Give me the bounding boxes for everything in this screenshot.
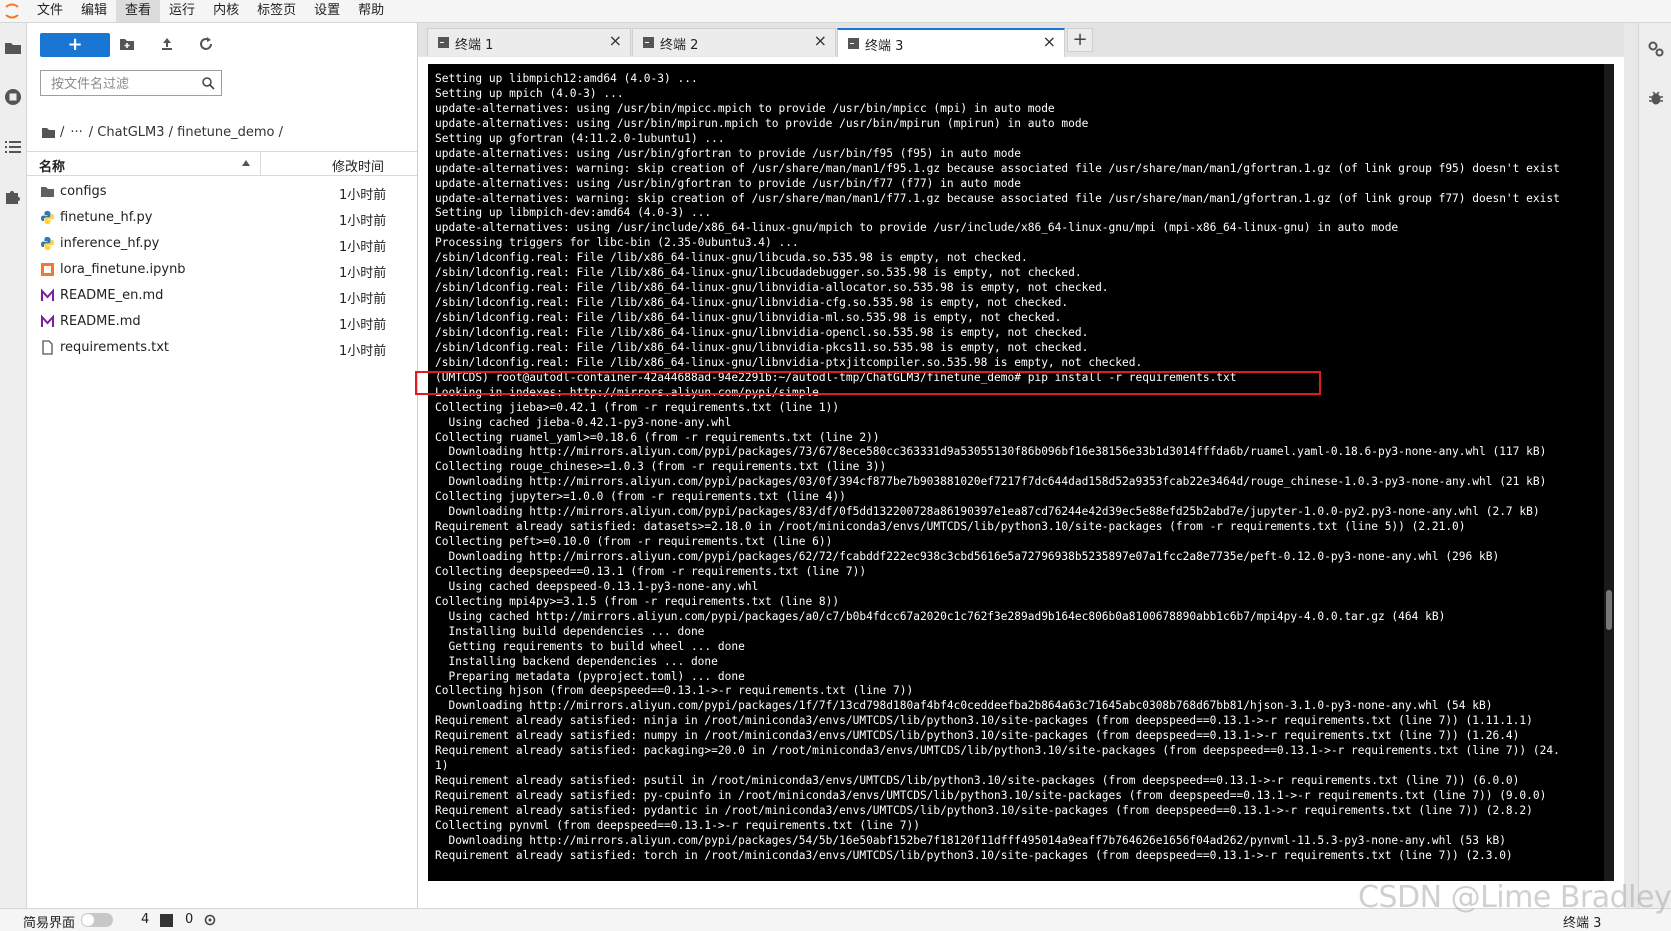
file-modified-time: 1小时前 bbox=[339, 292, 387, 307]
file-name: requirements.txt bbox=[60, 340, 170, 355]
close-icon[interactable]: × bbox=[609, 31, 622, 50]
file-name: configs bbox=[60, 184, 107, 199]
menu-settings[interactable]: 设置 bbox=[305, 0, 349, 22]
file-name: inference_hf.py bbox=[60, 236, 160, 251]
menu-edit[interactable]: 编辑 bbox=[72, 0, 116, 22]
terminal-icon bbox=[848, 38, 859, 49]
file-filter-field bbox=[40, 70, 222, 96]
close-icon[interactable]: × bbox=[1043, 32, 1056, 51]
scrollbar-thumb[interactable] bbox=[1606, 590, 1612, 630]
file-list-header: 名称 修改时间 bbox=[27, 151, 417, 176]
file-browser: + / ··· / ChatGLM3 / finetune_demo / 名称 … bbox=[27, 23, 418, 908]
file-modified-time: 1小时前 bbox=[339, 240, 387, 255]
menu-kernel[interactable]: 内核 bbox=[204, 0, 248, 22]
file-modified-time: 1小时前 bbox=[339, 344, 387, 359]
file-row-readme-en[interactable]: README_en.md 1小时前 bbox=[27, 283, 417, 309]
menu-run[interactable]: 运行 bbox=[160, 0, 204, 22]
menu-help[interactable]: 帮助 bbox=[349, 0, 393, 22]
kernel-gear-icon[interactable] bbox=[203, 913, 217, 927]
notebook-icon bbox=[41, 263, 54, 276]
file-name: finetune_hf.py bbox=[60, 210, 153, 225]
sort-ascending-icon[interactable] bbox=[241, 159, 251, 167]
folder-icon bbox=[41, 187, 54, 197]
menu-tabs[interactable]: 标签页 bbox=[248, 0, 305, 22]
search-icon bbox=[202, 77, 215, 90]
refresh-icon[interactable] bbox=[197, 35, 215, 53]
terminal-panel: Setting up libmpich12:amd64 (4.0-3) ... … bbox=[418, 57, 1624, 908]
terminal-icon[interactable] bbox=[160, 914, 173, 927]
extension-puzzle-icon[interactable] bbox=[3, 186, 23, 206]
terminal-screen[interactable]: Setting up libmpich12:amd64 (4.0-3) ... … bbox=[428, 64, 1614, 881]
file-row-inference-hf[interactable]: inference_hf.py 1小时前 bbox=[27, 231, 417, 257]
kernel-count[interactable]: 0 bbox=[185, 912, 193, 927]
menu-bar: 文件 编辑 查看 运行 内核 标签页 设置 帮助 bbox=[0, 0, 1671, 23]
table-of-contents-icon[interactable] bbox=[3, 137, 23, 157]
file-name: lora_finetune.ipynb bbox=[60, 262, 186, 277]
file-modified-time: 1小时前 bbox=[339, 214, 387, 229]
jupyter-logo-icon bbox=[5, 3, 19, 19]
menu-items: 文件 编辑 查看 运行 内核 标签页 设置 帮助 bbox=[28, 0, 393, 22]
file-name: README.md bbox=[60, 314, 141, 329]
right-sidebar bbox=[1638, 23, 1671, 908]
folder-icon[interactable] bbox=[3, 38, 23, 58]
menu-view[interactable]: 查看 bbox=[116, 0, 161, 22]
python-file-icon bbox=[41, 237, 54, 250]
tab-label: 终端 1 bbox=[455, 38, 494, 53]
column-divider[interactable] bbox=[260, 152, 261, 175]
new-folder-icon[interactable] bbox=[118, 35, 136, 53]
left-activity-bar bbox=[0, 23, 27, 908]
breadcrumb-path[interactable]: / ChatGLM3 / finetune_demo / bbox=[89, 125, 283, 140]
markdown-icon bbox=[41, 314, 54, 327]
column-name-header[interactable]: 名称 bbox=[39, 156, 65, 175]
file-row-requirements[interactable]: requirements.txt 1小时前 bbox=[27, 335, 417, 361]
debugger-bug-icon[interactable] bbox=[1647, 89, 1665, 107]
file-filter-input[interactable] bbox=[49, 72, 203, 96]
running-icon[interactable] bbox=[3, 87, 23, 107]
markdown-icon bbox=[41, 288, 54, 301]
file-modified-time: 1小时前 bbox=[339, 188, 387, 203]
tab-bar: 终端 1 × 终端 2 × 终端 3 × + bbox=[418, 23, 1624, 57]
tab-terminal-2[interactable]: 终端 2 × bbox=[632, 28, 836, 56]
tab-terminal-1[interactable]: 终端 1 × bbox=[427, 28, 631, 56]
file-name: README_en.md bbox=[60, 288, 164, 303]
breadcrumb-ellipsis[interactable]: ··· bbox=[70, 125, 82, 140]
file-row-configs[interactable]: configs 1小时前 bbox=[27, 179, 417, 205]
simple-mode-label: 简易界面 bbox=[23, 916, 76, 931]
column-modified-header[interactable]: 修改时间 bbox=[332, 156, 384, 175]
terminal-icon bbox=[643, 37, 654, 48]
terminal-scrollbar[interactable] bbox=[1604, 64, 1614, 881]
menu-file[interactable]: 文件 bbox=[28, 0, 72, 22]
python-file-icon bbox=[41, 211, 54, 224]
tab-terminal-3[interactable]: 终端 3 × bbox=[837, 28, 1065, 57]
file-list: configs 1小时前 finetune_hf.py 1小时前 inferen… bbox=[27, 179, 417, 361]
upload-icon[interactable] bbox=[158, 35, 176, 53]
terminal-output: Setting up libmpich12:amd64 (4.0-3) ... … bbox=[435, 72, 1560, 862]
file-modified-time: 1小时前 bbox=[339, 266, 387, 281]
simple-mode-toggle[interactable] bbox=[81, 913, 113, 927]
terminal-icon bbox=[438, 37, 449, 48]
home-folder-icon[interactable] bbox=[41, 126, 56, 139]
file-row-finetune-hf[interactable]: finetune_hf.py 1小时前 bbox=[27, 205, 417, 231]
file-row-lora-finetune[interactable]: lora_finetune.ipynb 1小时前 bbox=[27, 257, 417, 283]
watermark: CSDN @Lime Bradley bbox=[1358, 880, 1671, 915]
add-tab-button[interactable]: + bbox=[1067, 28, 1093, 52]
close-icon[interactable]: × bbox=[814, 31, 827, 50]
file-modified-time: 1小时前 bbox=[339, 318, 387, 333]
command-highlight-box bbox=[415, 371, 1321, 395]
breadcrumb-root-separator: / bbox=[60, 124, 65, 140]
text-file-icon bbox=[42, 340, 53, 355]
new-launcher-button[interactable]: + bbox=[40, 33, 110, 57]
tab-label: 终端 2 bbox=[660, 38, 699, 53]
tab-label: 终端 3 bbox=[865, 39, 904, 54]
breadcrumb: / ··· / ChatGLM3 / finetune_demo / bbox=[41, 123, 289, 141]
file-row-readme[interactable]: README.md 1小时前 bbox=[27, 309, 417, 335]
property-inspector-gears-icon[interactable] bbox=[1647, 40, 1665, 58]
terminal-count[interactable]: 4 bbox=[141, 912, 149, 927]
